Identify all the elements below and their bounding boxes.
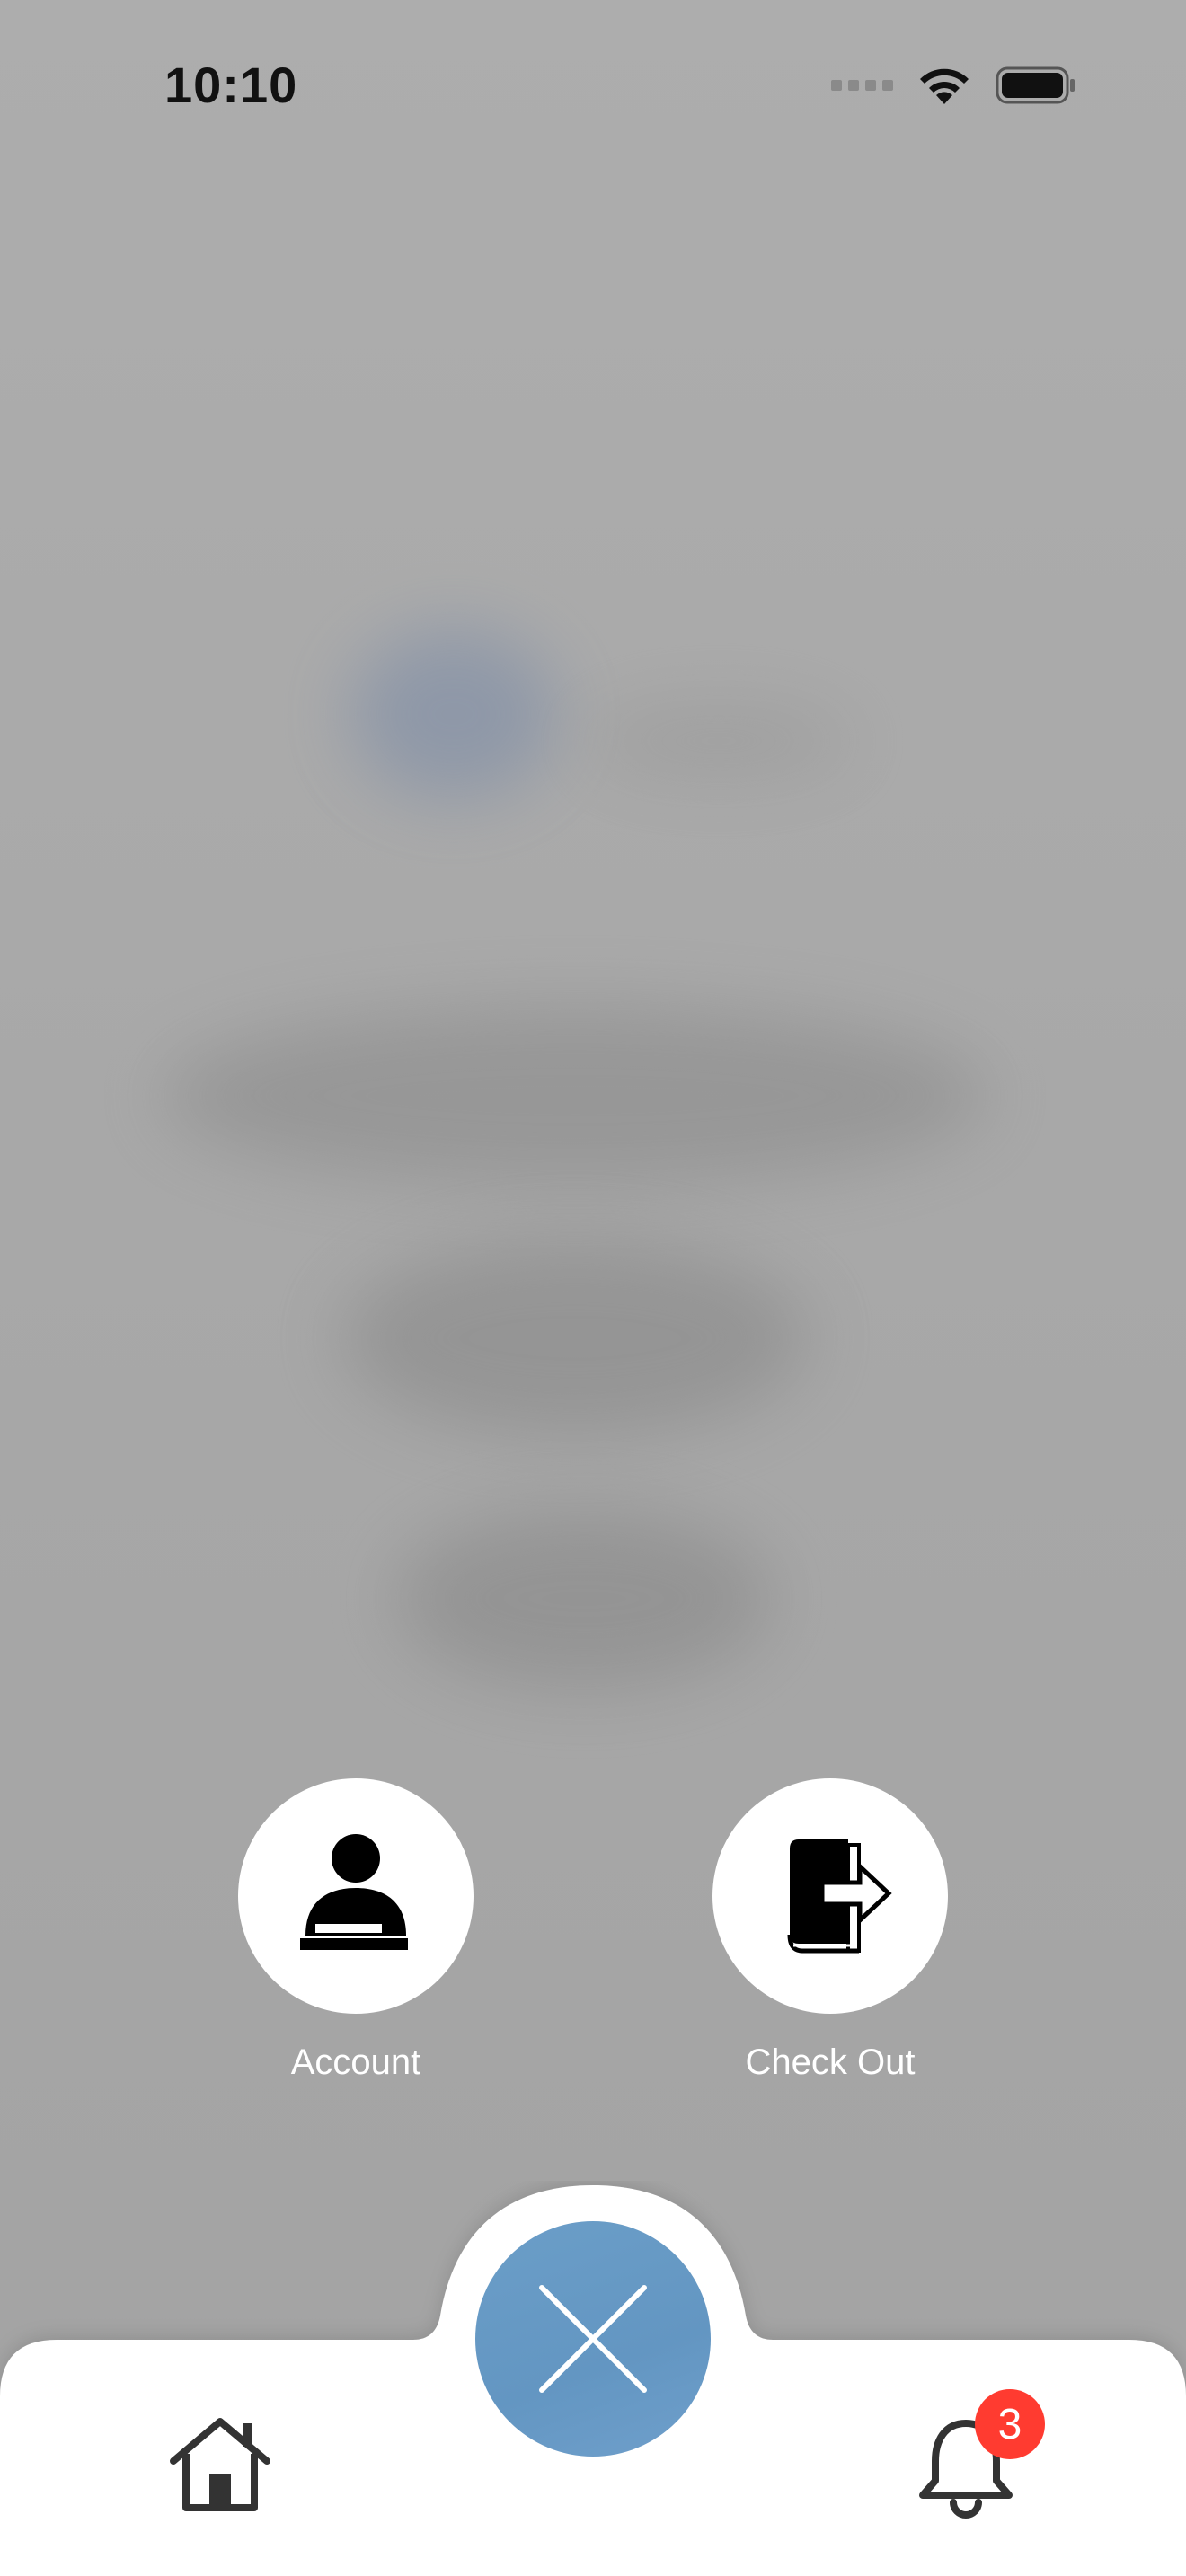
battery-icon	[996, 66, 1075, 104]
checkout-book-icon	[787, 1839, 892, 1954]
account-button[interactable]	[238, 1778, 474, 2014]
close-button[interactable]	[475, 2221, 711, 2457]
home-icon[interactable]	[166, 2414, 274, 2513]
checkout-action[interactable]: Check Out	[712, 1778, 948, 2083]
account-icon	[300, 1834, 408, 1950]
status-icons	[831, 65, 1076, 106]
account-label: Account	[290, 2042, 421, 2082]
signal-icon	[831, 80, 893, 91]
account-action[interactable]: Account	[238, 1778, 474, 2083]
blurred-background-shape	[584, 701, 854, 781]
close-icon	[539, 2285, 647, 2393]
blurred-background-shape	[350, 629, 557, 799]
screen: 10:10 Account Check Out 3	[0, 0, 1186, 2576]
wifi-icon	[920, 68, 969, 104]
blurred-background-shape	[341, 1239, 809, 1437]
blurred-background-shape	[395, 1509, 773, 1689]
status-time: 10:10	[164, 57, 298, 113]
notification-badge: 3	[975, 2389, 1045, 2459]
checkout-label: Check Out	[745, 2042, 916, 2082]
blurred-background-shape	[162, 1006, 988, 1186]
checkout-button[interactable]	[712, 1778, 948, 2014]
